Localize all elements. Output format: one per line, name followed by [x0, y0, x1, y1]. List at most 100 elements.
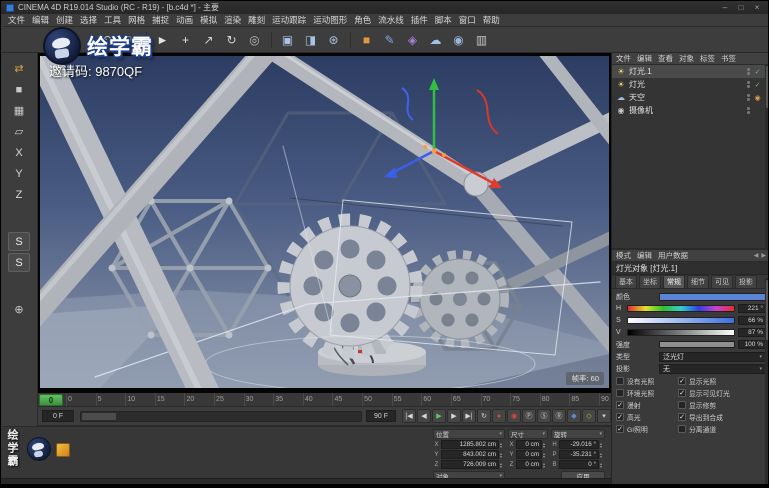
- menu-item[interactable]: 网格: [128, 14, 145, 26]
- object-item[interactable]: ☁ 天空 ◉: [612, 91, 768, 104]
- record-position-button[interactable]: Ⓟ: [522, 409, 536, 423]
- object-tag-icon[interactable]: ◉: [753, 94, 762, 102]
- object-manager-menu-item[interactable]: 文件: [616, 53, 631, 64]
- coordinate-field[interactable]: 0 cm: [516, 450, 542, 459]
- render-picture-viewer-icon[interactable]: ◨: [300, 29, 321, 50]
- goto-start-button[interactable]: |◀: [402, 409, 416, 423]
- coordinate-field[interactable]: 0 cm: [516, 440, 542, 449]
- camera-icon[interactable]: ◉: [448, 29, 469, 50]
- menu-item[interactable]: 选择: [80, 14, 97, 26]
- menu-item[interactable]: 插件: [411, 14, 428, 26]
- checkbox[interactable]: [678, 376, 686, 385]
- coordinate-field[interactable]: 843.002 cm: [441, 450, 499, 459]
- menu-item[interactable]: 运动跟踪: [272, 14, 306, 26]
- stepper-icon[interactable]: [500, 442, 505, 448]
- menu-item[interactable]: 文件: [8, 14, 25, 26]
- history-back-icon[interactable]: ◀: [754, 252, 759, 259]
- material-thumbnail[interactable]: [56, 443, 70, 457]
- solo-icon[interactable]: S: [8, 253, 30, 272]
- stepper-icon[interactable]: [600, 442, 605, 448]
- attribute-menu-edit[interactable]: 编辑: [637, 250, 652, 261]
- stepper-icon[interactable]: [500, 452, 505, 458]
- saturation-slider[interactable]: [627, 317, 735, 324]
- checkbox[interactable]: [616, 400, 624, 409]
- attribute-tab[interactable]: 基本: [615, 275, 637, 288]
- object-manager-scrollbar[interactable]: [765, 65, 768, 248]
- coordinate-field[interactable]: 1285.802 cm: [441, 440, 499, 449]
- object-manager-menu-item[interactable]: 编辑: [637, 53, 652, 64]
- last-tool-icon[interactable]: ◎: [244, 29, 265, 50]
- value-value-field[interactable]: 87 %: [738, 328, 766, 337]
- timeline-ruler[interactable]: 0 5 10 15 20 25 30 35 40 45 50 55 60 65 70 75 80 85 90 0: [38, 393, 611, 407]
- object-manager-menu-item[interactable]: 标签: [700, 53, 715, 64]
- move-icon[interactable]: +: [175, 29, 196, 50]
- play-button[interactable]: ▶: [432, 409, 446, 423]
- stepper-icon[interactable]: [543, 442, 548, 448]
- object-manager-menu-item[interactable]: 对象: [679, 53, 694, 64]
- lock-y-axis-icon[interactable]: Y: [8, 164, 30, 183]
- menu-item[interactable]: 窗口: [459, 14, 476, 26]
- object-item[interactable]: ☀ 灯光 ✓: [612, 78, 768, 91]
- stepper-icon[interactable]: [600, 452, 605, 458]
- menu-item[interactable]: 角色: [354, 14, 371, 26]
- object-tag-icon[interactable]: ✓: [753, 81, 762, 89]
- coordinate-field[interactable]: -29.016 °: [559, 440, 599, 449]
- checkbox[interactable]: [616, 388, 624, 397]
- checkbox[interactable]: [678, 424, 686, 433]
- attribute-tab[interactable]: 常规: [663, 275, 685, 288]
- make-editable-icon[interactable]: ⇄: [8, 59, 30, 78]
- primitive-cube-icon[interactable]: ■: [356, 29, 377, 50]
- stepper-icon[interactable]: [543, 462, 548, 468]
- menu-item[interactable]: 工具: [104, 14, 121, 26]
- record-scale-button[interactable]: Ⓢ: [537, 409, 551, 423]
- checkbox[interactable]: [616, 376, 624, 385]
- visibility-toggle-icon[interactable]: [747, 81, 750, 88]
- object-item[interactable]: ☀ 灯光.1 ✓: [612, 65, 768, 78]
- checkbox[interactable]: [616, 412, 624, 421]
- loop-button[interactable]: ↻: [477, 409, 491, 423]
- scale-icon[interactable]: ↗: [198, 29, 219, 50]
- current-frame-field[interactable]: 0 F: [42, 410, 74, 422]
- range-slider[interactable]: [80, 411, 362, 422]
- intensity-slider[interactable]: [659, 341, 735, 348]
- next-frame-button[interactable]: ▶: [447, 409, 461, 423]
- live-selection-icon[interactable]: ►: [152, 29, 173, 50]
- range-slider-thumb[interactable]: [82, 413, 116, 420]
- coordinate-system-icon[interactable]: ⊕: [8, 300, 30, 319]
- menu-item[interactable]: 编辑: [32, 14, 49, 26]
- playback-options-button[interactable]: ▾: [597, 409, 611, 423]
- menu-item[interactable]: 模拟: [200, 14, 217, 26]
- minimize-button[interactable]: –: [719, 2, 731, 13]
- snap-icon[interactable]: S: [8, 232, 30, 251]
- coordinate-field[interactable]: -35.231 °: [559, 450, 599, 459]
- visibility-toggle-icon[interactable]: [747, 68, 750, 75]
- object-manager-menu-item[interactable]: 查看: [658, 53, 673, 64]
- attribute-menu-mode[interactable]: 模式: [616, 250, 631, 261]
- render-settings-icon[interactable]: ⊛: [323, 29, 344, 50]
- menu-item[interactable]: 创建: [56, 14, 73, 26]
- render-view-icon[interactable]: ▣: [277, 29, 298, 50]
- hue-slider[interactable]: [627, 305, 735, 312]
- maximize-button[interactable]: □: [735, 2, 747, 13]
- model-mode-icon[interactable]: ■: [8, 80, 30, 99]
- environment-icon[interactable]: ☁: [425, 29, 446, 50]
- position-dropdown[interactable]: 位置: [433, 429, 505, 439]
- stepper-icon[interactable]: [500, 462, 505, 468]
- separator[interactable]: [267, 31, 272, 48]
- color-swatch[interactable]: [659, 292, 766, 301]
- attribute-tab[interactable]: 投影: [735, 275, 757, 288]
- rotation-dropdown[interactable]: 旋转: [551, 429, 605, 439]
- size-dropdown[interactable]: 尺寸: [508, 429, 548, 439]
- coordinate-field[interactable]: 0 cm: [516, 460, 542, 469]
- object-manager-menu-item[interactable]: 书签: [721, 53, 736, 64]
- deformer-icon[interactable]: ◈: [402, 29, 423, 50]
- menu-item[interactable]: 脚本: [435, 14, 452, 26]
- record-parameter-button[interactable]: ◆: [567, 409, 581, 423]
- value-slider[interactable]: [627, 329, 735, 336]
- light-type-dropdown[interactable]: 泛光灯: [659, 351, 766, 362]
- history-forward-icon[interactable]: ▶: [761, 252, 766, 259]
- coordinate-field[interactable]: 0 °: [559, 460, 599, 469]
- lock-x-axis-icon[interactable]: X: [8, 143, 30, 162]
- record-rotation-button[interactable]: Ⓡ: [552, 409, 566, 423]
- menu-item[interactable]: 渲染: [224, 14, 241, 26]
